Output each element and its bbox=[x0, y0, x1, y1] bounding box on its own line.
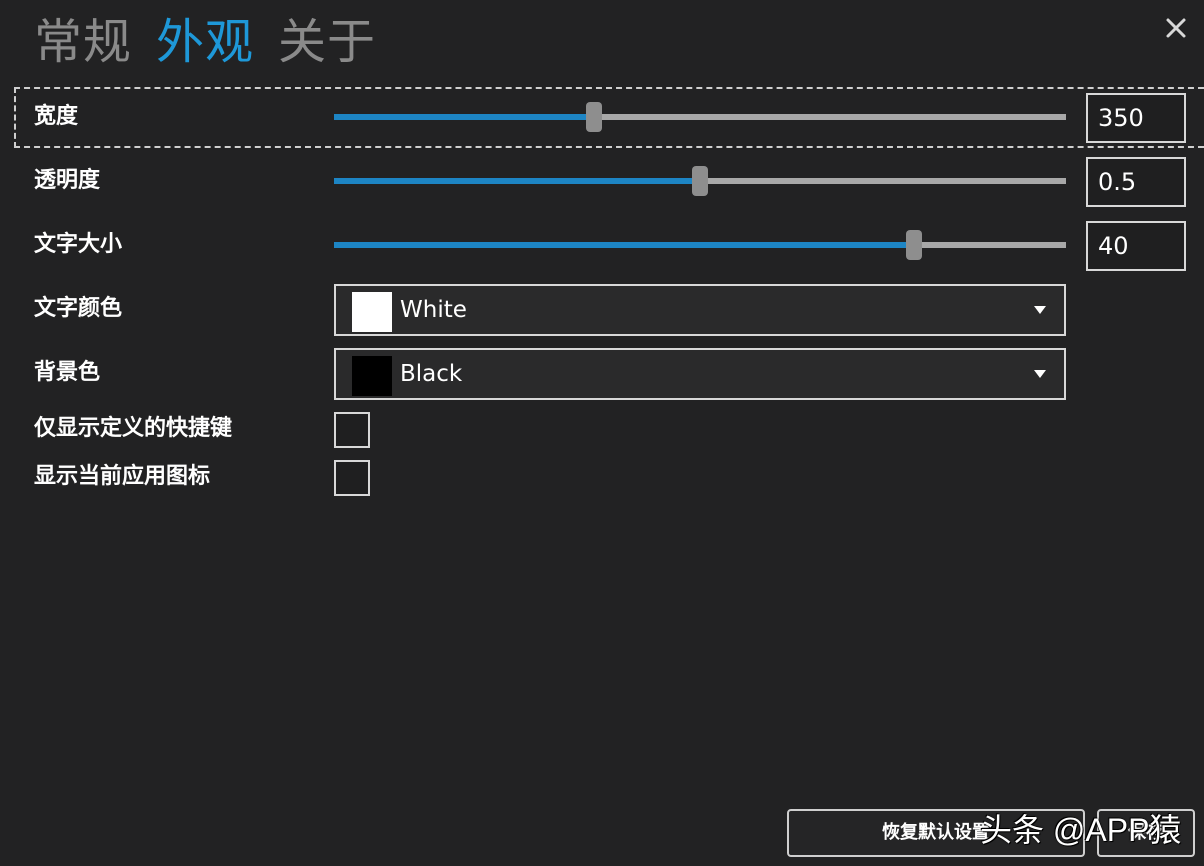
reset-defaults-button[interactable]: 恢复默认设置 bbox=[787, 809, 1085, 857]
background-color-dropdown[interactable]: Black bbox=[334, 348, 1066, 400]
width-slider[interactable] bbox=[334, 102, 1066, 132]
slider-fill bbox=[334, 242, 914, 248]
width-input[interactable] bbox=[1086, 93, 1186, 143]
width-label: 宽度 bbox=[34, 104, 79, 129]
close-icon bbox=[1166, 18, 1186, 38]
slider-fill bbox=[334, 178, 700, 184]
only-defined-shortcuts-label: 仅显示定义的快捷键 bbox=[34, 416, 233, 441]
background-color-label: 背景色 bbox=[34, 360, 101, 385]
font-size-input[interactable] bbox=[1086, 221, 1186, 271]
slider-fill bbox=[334, 114, 594, 120]
show-app-icon-label: 显示当前应用图标 bbox=[34, 464, 211, 489]
dropdown-selected-value: Black bbox=[400, 361, 463, 387]
text-color-label: 文字颜色 bbox=[34, 296, 123, 321]
close-button[interactable] bbox=[1160, 12, 1192, 44]
opacity-label: 透明度 bbox=[34, 168, 101, 193]
save-button[interactable]: 保存 bbox=[1097, 809, 1195, 857]
opacity-slider[interactable] bbox=[334, 166, 1066, 196]
text-color-dropdown[interactable]: White bbox=[334, 284, 1066, 336]
slider-thumb[interactable] bbox=[692, 166, 708, 196]
color-swatch bbox=[352, 292, 392, 332]
chevron-down-icon bbox=[1034, 306, 1046, 314]
tab-general[interactable]: 常规 bbox=[34, 10, 132, 74]
slider-thumb[interactable] bbox=[586, 102, 602, 132]
tab-bar: 常规 外观 关于 bbox=[34, 10, 376, 74]
settings-window: 常规 外观 关于 宽度 透明度 文字大小 文字颜色 White bbox=[0, 0, 1204, 866]
show-app-icon-checkbox[interactable] bbox=[334, 460, 370, 496]
font-size-label: 文字大小 bbox=[34, 232, 123, 257]
tab-appearance[interactable]: 外观 bbox=[156, 10, 254, 74]
chevron-down-icon bbox=[1034, 370, 1046, 378]
slider-thumb[interactable] bbox=[906, 230, 922, 260]
only-defined-shortcuts-checkbox[interactable] bbox=[334, 412, 370, 448]
dropdown-selected-value: White bbox=[400, 297, 467, 323]
font-size-slider[interactable] bbox=[334, 230, 1066, 260]
tab-about[interactable]: 关于 bbox=[278, 10, 376, 74]
opacity-input[interactable] bbox=[1086, 157, 1186, 207]
color-swatch bbox=[352, 356, 392, 396]
